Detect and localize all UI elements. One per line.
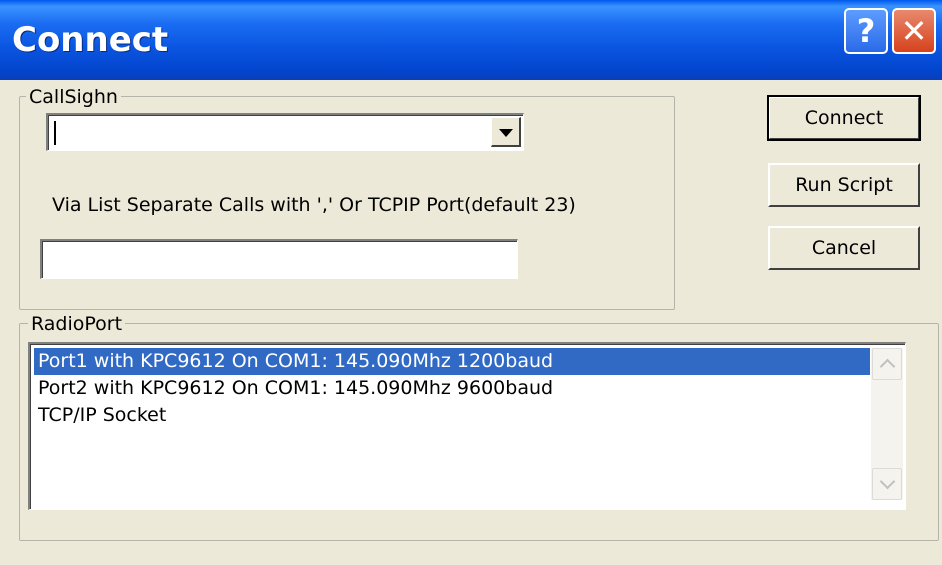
- via-list-label: Via List Separate Calls with ',' Or TCPI…: [52, 194, 576, 216]
- list-item[interactable]: TCP/IP Socket: [34, 402, 870, 429]
- callsign-combobox[interactable]: [46, 113, 524, 151]
- chevron-up-icon: [879, 358, 895, 375]
- scroll-down-button[interactable]: [872, 468, 902, 500]
- help-button[interactable]: ?: [844, 8, 888, 54]
- window-title: Connect: [12, 20, 169, 60]
- callsign-legend: CallSighn: [26, 86, 121, 108]
- run-script-button[interactable]: Run Script: [768, 163, 920, 207]
- radioport-listbox[interactable]: Port1 with KPC9612 On COM1: 145.090Mhz 1…: [28, 342, 906, 510]
- scroll-up-button[interactable]: [872, 348, 902, 380]
- help-icon: ?: [856, 12, 876, 50]
- radioport-legend: RadioPort: [28, 313, 126, 335]
- dropdown-button[interactable]: [491, 117, 521, 147]
- connect-button[interactable]: Connect: [767, 95, 921, 141]
- title-bar[interactable]: Connect ? ✕: [0, 0, 942, 80]
- cancel-button[interactable]: Cancel: [768, 226, 920, 270]
- vertical-scrollbar[interactable]: [871, 348, 903, 500]
- text-caret: [54, 121, 56, 145]
- via-list-input[interactable]: [40, 239, 518, 279]
- close-icon: ✕: [900, 12, 928, 50]
- close-button[interactable]: ✕: [892, 8, 936, 54]
- chevron-down-icon: [499, 129, 513, 137]
- list-item[interactable]: Port1 with KPC9612 On COM1: 145.090Mhz 1…: [34, 348, 870, 375]
- list-item[interactable]: Port2 with KPC9612 On COM1: 145.090Mhz 9…: [34, 375, 870, 402]
- chevron-down-icon: [879, 473, 895, 490]
